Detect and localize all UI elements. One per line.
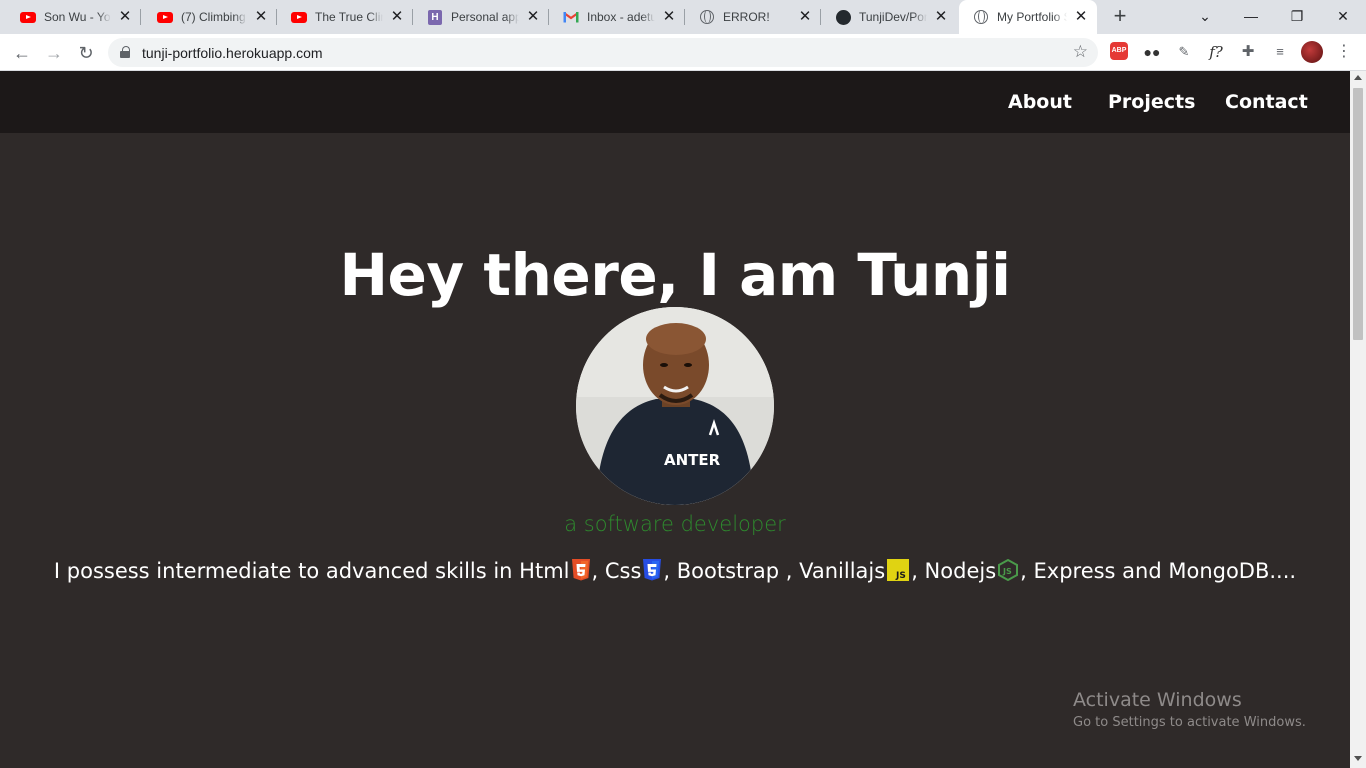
css3-icon	[643, 559, 662, 586]
close-tab-icon[interactable]: ✕	[525, 9, 541, 25]
page-scrollbar[interactable]	[1350, 71, 1366, 768]
close-tab-icon[interactable]: ✕	[933, 9, 949, 25]
bookmark-star-icon[interactable]: ☆	[1073, 42, 1088, 62]
browser-tab-active[interactable]: My Portfolio Site ✕	[959, 0, 1097, 34]
browser-tab[interactable]: Son Wu - YouTube ✕	[0, 0, 141, 34]
browser-tab[interactable]: Inbox - adetunji ✕	[549, 0, 685, 34]
portfolio-page: About Projects Contact Hey there, I am T…	[0, 71, 1350, 768]
browser-tab[interactable]: H Personal apps ✕	[413, 0, 549, 34]
close-tab-icon[interactable]: ✕	[117, 9, 133, 25]
svg-text:ANTER: ANTER	[664, 451, 721, 469]
color-extension-icon[interactable]: ●●	[1142, 42, 1162, 62]
windows-activation-watermark: Activate Windows Go to Settings to activ…	[1073, 689, 1306, 730]
lock-icon[interactable]	[120, 46, 130, 58]
scroll-up-arrow-icon[interactable]	[1354, 75, 1362, 80]
browser-tab[interactable]: ERROR! ✕	[685, 0, 821, 34]
reload-button[interactable]: ↻	[72, 39, 100, 67]
tab-search-icon[interactable]: ⌄	[1182, 0, 1228, 34]
nav-contact-link[interactable]: Contact	[1225, 91, 1308, 113]
back-button[interactable]: ←	[8, 39, 36, 67]
extensions-puzzle-icon[interactable]: ✚	[1238, 42, 1258, 62]
close-tab-icon[interactable]: ✕	[797, 9, 813, 25]
scrollbar-thumb[interactable]	[1353, 88, 1363, 340]
close-tab-icon[interactable]: ✕	[253, 9, 269, 25]
javascript-icon: JS	[887, 559, 910, 586]
close-tab-icon[interactable]: ✕	[1073, 9, 1089, 25]
nav-about-link[interactable]: About	[1008, 91, 1072, 113]
close-tab-icon[interactable]: ✕	[661, 9, 677, 25]
minimize-button[interactable]: —	[1228, 0, 1274, 34]
youtube-icon	[157, 9, 173, 25]
profile-photo: ANTER	[576, 307, 774, 505]
browser-tab-strip: Son Wu - YouTube ✕ (7) Climbing the ✕ Th…	[0, 0, 1366, 34]
browser-tab[interactable]: The True Climate ✕	[277, 0, 413, 34]
new-tab-button[interactable]: +	[1108, 5, 1132, 29]
nav-projects-link[interactable]: Projects	[1108, 91, 1195, 113]
scroll-down-arrow-icon[interactable]	[1354, 756, 1362, 761]
heroku-icon: H	[427, 9, 443, 25]
youtube-icon	[20, 9, 36, 25]
url-text[interactable]: tunji-portfolio.herokuapp.com	[142, 45, 323, 61]
restore-button[interactable]: ❐	[1274, 0, 1320, 34]
skills-paragraph: I possess intermediate to advanced skill…	[0, 558, 1350, 586]
globe-icon	[973, 9, 989, 25]
hero-title: Hey there, I am Tunji	[339, 241, 1011, 309]
github-icon	[835, 9, 851, 25]
site-navbar: About Projects Contact	[0, 71, 1350, 133]
adblock-extension-icon[interactable]: ABP	[1110, 42, 1130, 62]
media-control-icon[interactable]: ≡	[1270, 42, 1290, 62]
browser-toolbar: ← → ↻ tunji-portfolio.herokuapp.com ☆ AB…	[0, 34, 1366, 71]
youtube-icon	[291, 9, 307, 25]
close-tab-icon[interactable]: ✕	[389, 9, 405, 25]
browser-tab[interactable]: (7) Climbing the ✕	[141, 0, 277, 34]
eyedropper-extension-icon[interactable]: ✎	[1174, 42, 1194, 62]
svg-text:JS: JS	[1002, 567, 1012, 576]
html5-icon	[571, 559, 590, 586]
profile-avatar[interactable]	[1301, 41, 1323, 63]
browser-tab[interactable]: TunjiDev/Portfolio ✕	[821, 0, 957, 34]
gmail-icon	[563, 9, 579, 25]
globe-icon	[699, 9, 715, 25]
nodejs-icon: JS	[998, 558, 1019, 586]
hero-subtitle: a software developer	[564, 512, 786, 536]
svg-text:JS: JS	[895, 571, 906, 581]
forward-button[interactable]: →	[40, 39, 68, 67]
close-window-button[interactable]: ✕	[1320, 0, 1366, 34]
address-bar[interactable]: tunji-portfolio.herokuapp.com ☆	[108, 38, 1098, 67]
formula-extension-icon[interactable]: f?	[1206, 42, 1226, 62]
menu-kebab-icon[interactable]: ⋮	[1334, 42, 1354, 62]
